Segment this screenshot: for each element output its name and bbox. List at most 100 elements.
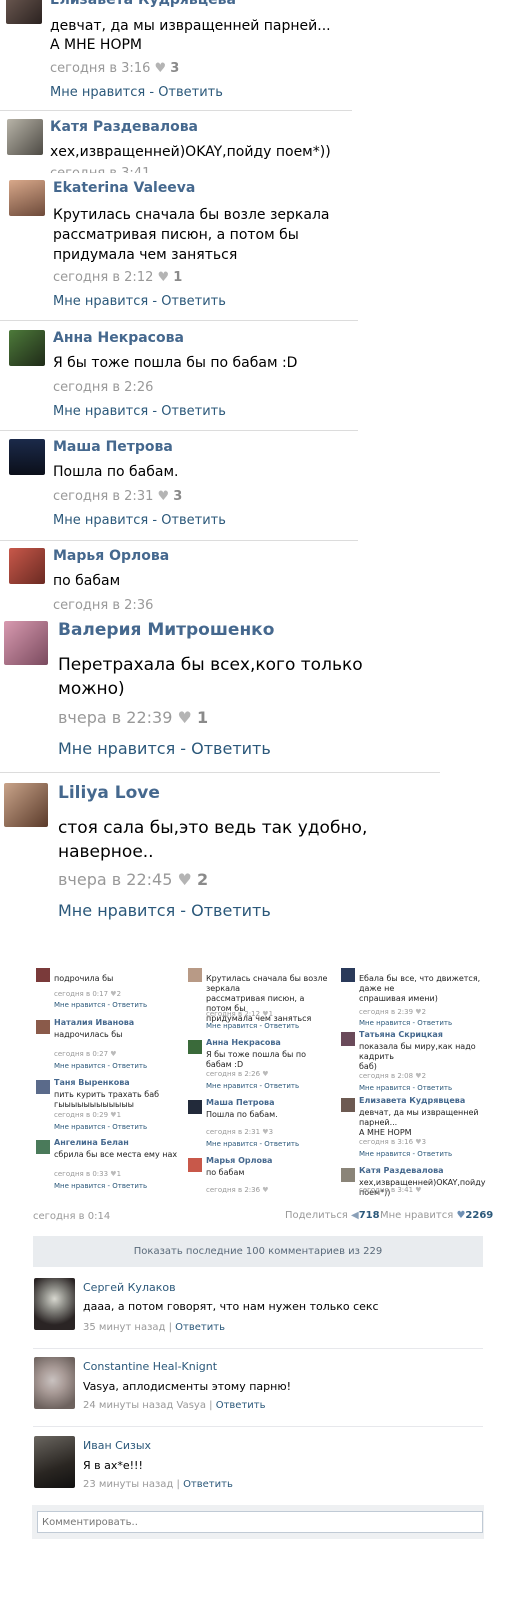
megaphone-icon: ◀: [351, 1210, 359, 1221]
heart-icon: ♥: [262, 1186, 269, 1194]
collage-meta: сегодня в 2:36 ♥: [206, 1186, 269, 1194]
collage-time: сегодня в 2:31: [206, 1128, 261, 1136]
reply-link[interactable]: Ответить: [183, 1479, 233, 1490]
comment-author[interactable]: Маша Петрова: [53, 439, 173, 455]
avatar[interactable]: [9, 180, 45, 216]
heart-icon[interactable]: ♥: [155, 61, 167, 76]
collage-column: подрочила бы Наталия Иванова надрочилась б…: [32, 968, 178, 1204]
avatar[interactable]: [9, 548, 45, 584]
collage-actions: Мне нравится - Ответить: [206, 1140, 300, 1148]
collage-time: сегодня в 2:26: [206, 1070, 261, 1078]
avatar[interactable]: [34, 1436, 75, 1488]
reply-link[interactable]: Ответить: [161, 404, 226, 419]
divider: [33, 1348, 483, 1349]
comment-author[interactable]: Елизавета Кудрявцева: [50, 0, 236, 8]
collage-meta: сегодня в 3:41 ♥: [359, 1186, 422, 1194]
divider: [0, 110, 352, 111]
comment-meta: 35 минут назад | Ответить: [83, 1322, 225, 1333]
collage-actions: Мне нравится - Ответить: [206, 1082, 300, 1090]
divider: [33, 1426, 483, 1427]
avatar[interactable]: [4, 621, 48, 665]
collage-author: Елизавета Кудрявцева: [359, 1096, 466, 1105]
comment-input[interactable]: [37, 1511, 483, 1533]
comment-author[interactable]: Сергей Кулаков: [83, 1281, 176, 1294]
comment-time: сегодня в 3:41: [50, 166, 150, 173]
like-link[interactable]: Мне нравится: [50, 85, 145, 100]
comment-author[interactable]: Иван Сизых: [83, 1439, 151, 1452]
heart-icon[interactable]: ♥: [178, 708, 192, 727]
comment-actions: Мне нравится - Ответить: [58, 739, 271, 758]
reply-to-name[interactable]: Vasya: [177, 1400, 206, 1411]
collage-author: Ангелина Белан: [54, 1138, 129, 1147]
collage-time: сегодня в 2:08: [359, 1072, 414, 1080]
collage-text: Я бы тоже пошла бы по бабам :D: [206, 1050, 307, 1069]
like-link[interactable]: Мне нравится: [53, 294, 148, 309]
comment-author[interactable]: Катя Раздевалова: [50, 119, 198, 135]
comment-author[interactable]: Liliya Love: [58, 783, 160, 803]
comment-meta: вчера в 22:45 ♥ 2: [58, 870, 208, 889]
comment-author[interactable]: Constantine Heal-Knignt: [83, 1360, 217, 1373]
collage-actions: Мне нравится - Ответить: [359, 1084, 453, 1092]
heart-icon[interactable]: ♥: [178, 870, 192, 889]
avatar: [341, 1098, 355, 1112]
collage-text: подрочила бы: [54, 974, 114, 983]
comment-time[interactable]: 35 минут назад: [83, 1322, 165, 1333]
show-more-comments-button[interactable]: Показать последние 100 комментариев из 2…: [33, 1236, 483, 1267]
collage-text: Ебала бы все, что движется, даже не спра…: [359, 974, 481, 1003]
collage-text: сбрила бы все места ему нах: [54, 1150, 178, 1159]
like-link[interactable]: Мне нравится: [53, 513, 148, 528]
reply-link[interactable]: Ответить: [191, 739, 271, 758]
heart-icon[interactable]: ♥: [158, 489, 170, 504]
reply-link[interactable]: Ответить: [158, 85, 223, 100]
avatar[interactable]: [6, 0, 42, 24]
collage-author: Марья Орлова: [206, 1156, 273, 1165]
comment-author[interactable]: Валерия Митрошенко: [58, 620, 274, 640]
comment-meta: сегодня в 2:12 ♥ 1: [53, 270, 182, 285]
comment-author[interactable]: Ekaterina Valeeva: [53, 180, 195, 196]
avatar: [188, 1158, 202, 1172]
comment-actions: Мне нравится - Ответить: [50, 85, 223, 100]
reply-link[interactable]: Ответить: [175, 1322, 225, 1333]
collage-time: сегодня в 0:29: [54, 1111, 109, 1119]
collage-meta: сегодня в 3:16 ♥3: [359, 1138, 426, 1146]
heart-icon: ♥: [262, 1070, 269, 1078]
reply-link[interactable]: Ответить: [161, 294, 226, 309]
avatar[interactable]: [9, 439, 45, 475]
reply-link[interactable]: Ответить: [216, 1400, 266, 1411]
avatar: [188, 968, 202, 982]
reply-link[interactable]: Ответить: [161, 513, 226, 528]
post-time[interactable]: сегодня в 0:14: [33, 1211, 110, 1222]
like-link[interactable]: Мне нравится: [58, 901, 175, 920]
like-link[interactable]: Мне нравится: [53, 404, 148, 419]
separator: |: [173, 1479, 184, 1490]
collage-meta: сегодня в 2:12 ♥1: [206, 1010, 273, 1018]
comment-time: сегодня в 3:16: [50, 61, 151, 76]
share-button[interactable]: Поделиться ◀718: [285, 1210, 380, 1221]
like-count: 1: [173, 270, 183, 285]
collage-time: сегодня в 3:41: [359, 1186, 414, 1194]
comment-text: Перетрахала бы всех,кого только можно): [58, 655, 363, 699]
comment-time[interactable]: 23 минуты назад: [83, 1479, 173, 1490]
collage-text: показала бы миру,как надо кадрить баб): [359, 1042, 476, 1071]
comment-text: стоя сала бы,это ведь так удобно, наверн…: [58, 818, 368, 862]
comment-form: [32, 1505, 484, 1539]
comment-meta: вчера в 22:39 ♥ 1: [58, 708, 208, 727]
comment-author[interactable]: Анна Некрасова: [53, 330, 184, 346]
avatar[interactable]: [4, 783, 48, 827]
heart-icon[interactable]: ♥: [158, 270, 170, 285]
collage-time: сегодня в 0:17: [54, 990, 109, 998]
post-like-button[interactable]: Мне нравится ♥2269: [380, 1210, 493, 1221]
avatar[interactable]: [34, 1278, 75, 1330]
comment-meta: сегодня в 3:16 ♥ 3: [50, 61, 179, 76]
collage-likes: 2: [421, 1008, 427, 1016]
reply-link[interactable]: Ответить: [191, 901, 271, 920]
avatar[interactable]: [34, 1357, 75, 1409]
collage-likes: 3: [421, 1138, 427, 1146]
comment-text: Крутилась сначала бы возле зеркала рассм…: [53, 207, 330, 263]
avatar[interactable]: [9, 330, 45, 366]
comment-author[interactable]: Марья Орлова: [53, 548, 169, 564]
comment-time[interactable]: 24 минуты назад: [83, 1400, 173, 1411]
avatar: [341, 1168, 355, 1182]
avatar[interactable]: [7, 119, 43, 155]
like-link[interactable]: Мне нравится: [58, 739, 175, 758]
